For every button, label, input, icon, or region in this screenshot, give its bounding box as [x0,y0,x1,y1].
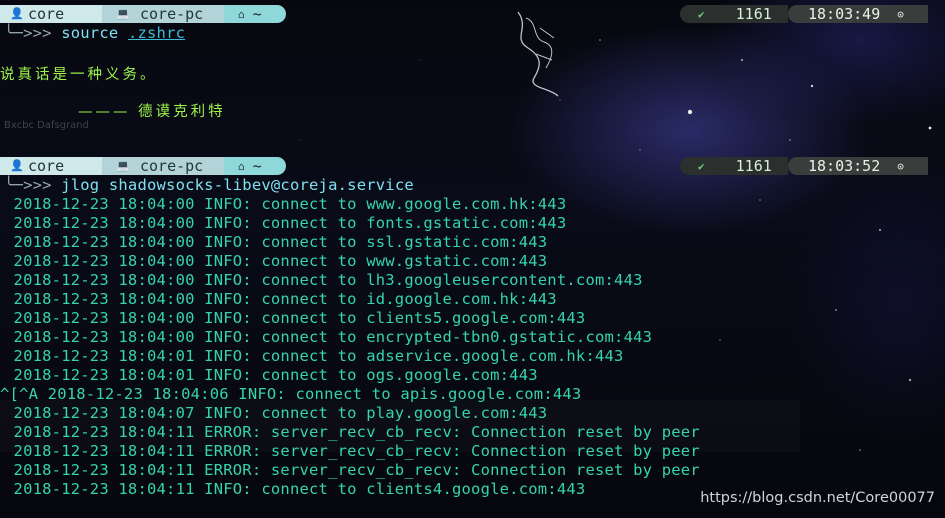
command-text: source [61,24,128,42]
prompt-bar: 👤 core 💻 core-pc ⌂ ~ ✔ 1161 18:03:49 ⊙ [0,5,945,25]
prompt-dir-segment: ⌂ ~ [224,157,286,175]
laptop-icon: 💻 [116,159,130,172]
log-line: 2018-12-23 18:04:07 INFO: connect to pla… [4,404,548,422]
prompt-dir: ~ [252,157,262,175]
laptop-icon: 💻 [116,7,130,20]
log-line: 2018-12-23 18:04:00 INFO: connect to fon… [4,214,567,232]
log-line: 2018-12-23 18:04:00 INFO: connect to www… [4,195,567,213]
prompt-dir-segment: ⌂ ~ [224,5,286,23]
history-number: 1161 [735,5,772,23]
prompt-bar: 👤 core 💻 core-pc ⌂ ~ ✔ 1161 18:03:52 ⊙ [0,157,945,177]
log-line: ^[^A 2018-12-23 18:04:06 INFO: connect t… [0,385,582,403]
ghost-text: Bxcbc Dafsgrand [4,120,89,131]
prompt-user-segment: 👤 core [0,5,102,23]
command-text: jlog shadowsocks-libev@coreja.service [61,176,414,194]
command-line: ╰─>>> jlog shadowsocks-libev@coreja.serv… [4,176,414,195]
prompt-user: core [28,5,65,23]
log-line-error: 2018-12-23 18:04:11 ERROR: server_recv_c… [4,423,700,441]
prompt-host-segment: 💻 core-pc [102,157,224,175]
log-line: 2018-12-23 18:04:00 INFO: connect to www… [4,252,548,270]
log-line-error: 2018-12-23 18:04:11 ERROR: server_recv_c… [4,442,700,460]
prompt-host: core-pc [140,157,204,175]
home-icon: ⌂ [238,160,245,173]
user-icon: 👤 [10,159,24,172]
log-line-error: 2018-12-23 18:04:11 ERROR: server_recv_c… [4,461,700,479]
log-line: 2018-12-23 18:04:00 INFO: connect to id.… [4,290,557,308]
log-line: 2018-12-23 18:04:00 INFO: connect to cli… [4,309,586,327]
prompt-time: 18:03:52 [808,157,881,175]
user-icon: 👤 [10,7,24,20]
command-prefix: ╰─>>> [4,176,62,194]
log-line: 2018-12-23 18:04:01 INFO: connect to ads… [4,347,624,365]
command-arg: .zshrc [127,24,186,42]
prompt-dir: ~ [252,5,262,23]
prompt-host: core-pc [140,5,204,23]
log-line: 2018-12-23 18:04:11 INFO: connect to cli… [4,480,586,498]
prompt-time: 18:03:49 [808,5,881,23]
prompt-time-segment: 18:03:49 ⊙ [788,5,928,23]
history-number: 1161 [735,157,772,175]
watermark: https://blog.csdn.net/Core00077 [700,490,935,506]
quote-text: 说真话是一种义务。 [0,67,158,83]
prompt-status-segment: ✔ 1161 [680,5,788,23]
home-icon: ⌂ [238,8,245,21]
quote-author: ——— 德谟克利特 [78,104,226,120]
check-icon: ✔ [698,160,705,173]
prompt-time-segment: 18:03:52 ⊙ [788,157,928,175]
check-icon: ✔ [698,8,705,21]
command-prefix: ╰─>>> [4,24,62,42]
prompt-host-segment: 💻 core-pc [102,5,224,23]
log-line: 2018-12-23 18:04:00 INFO: connect to lh3… [4,271,643,289]
command-line: ╰─>>> source .zshrc [4,24,185,43]
clock-icon: ⊙ [897,8,904,21]
clock-icon: ⊙ [897,160,904,173]
prompt-user: core [28,157,65,175]
log-line: 2018-12-23 18:04:01 INFO: connect to ogs… [4,366,538,384]
prompt-user-segment: 👤 core [0,157,102,175]
log-line: 2018-12-23 18:04:00 INFO: connect to enc… [4,328,653,346]
prompt-status-segment: ✔ 1161 [680,157,788,175]
log-line: 2018-12-23 18:04:00 INFO: connect to ssl… [4,233,548,251]
